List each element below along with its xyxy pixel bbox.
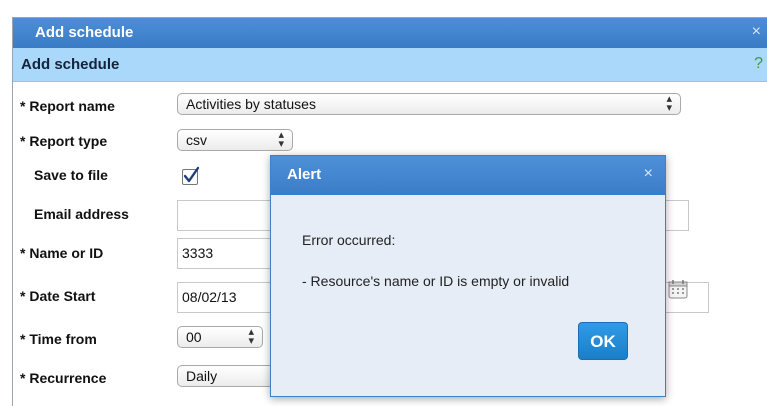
dialog-titlebar[interactable]: Add schedule ×: [13, 18, 767, 48]
save-to-file-checkbox[interactable]: [182, 166, 200, 185]
select-arrows-icon: ▴ ▾: [666, 93, 672, 114]
time-from-value: 00: [186, 329, 202, 345]
dialog-title: Add schedule: [35, 24, 134, 41]
ok-button[interactable]: OK: [578, 322, 628, 360]
select-arrows-icon: ▴ ▾: [248, 326, 254, 347]
select-arrows-icon: ▴ ▾: [278, 129, 284, 150]
save-to-file-label: Save to file: [34, 167, 108, 183]
section-header: Add schedule ?: [13, 48, 767, 82]
report-name-select[interactable]: Activities by statuses ▴ ▾: [177, 93, 681, 115]
section-title: Add schedule: [21, 56, 120, 73]
alert-titlebar[interactable]: Alert ×: [271, 156, 665, 195]
alert-message-heading: Error occurred:: [302, 232, 396, 248]
close-icon[interactable]: ×: [752, 23, 761, 41]
checkmark-icon: [183, 166, 200, 183]
report-name-value: Activities by statuses: [186, 96, 316, 112]
recurrence-value: Daily: [186, 368, 218, 384]
time-from-select[interactable]: 00 ▴ ▾: [177, 326, 263, 348]
recurrence-select[interactable]: Daily: [177, 365, 277, 387]
alert-title: Alert: [287, 166, 322, 183]
report-name-label: * Report name: [20, 98, 115, 114]
recurrence-label: * Recurrence: [20, 370, 107, 386]
alert-message-detail: - Resource's name or ID is empty or inva…: [302, 273, 570, 289]
calendar-icon[interactable]: [667, 278, 689, 300]
alert-dialog: Alert × Error occurred: - Resource's nam…: [270, 155, 666, 397]
report-type-select[interactable]: csv ▴ ▾: [177, 129, 293, 151]
email-address-label: Email address: [34, 206, 129, 222]
name-or-id-input[interactable]: 3333: [177, 238, 277, 269]
name-or-id-label: * Name or ID: [20, 245, 104, 261]
help-icon[interactable]: ?: [754, 55, 763, 73]
report-type-label: * Report type: [20, 133, 108, 149]
report-type-value: csv: [186, 132, 207, 148]
close-icon[interactable]: ×: [644, 165, 653, 183]
date-start-input[interactable]: 08/02/13: [177, 282, 277, 313]
date-start-label: * Date Start: [20, 288, 96, 304]
time-from-label: * Time from: [20, 331, 97, 347]
